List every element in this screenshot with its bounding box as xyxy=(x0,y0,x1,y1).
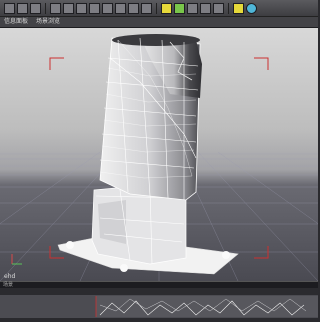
viewport-label: ehd xyxy=(4,273,16,280)
camera-icon[interactable] xyxy=(174,2,185,14)
cursor-icon[interactable] xyxy=(50,2,61,14)
highlight-icon[interactable] xyxy=(161,2,172,14)
timeline-preview xyxy=(95,296,318,317)
main-toolbar xyxy=(0,0,318,17)
info-icon[interactable] xyxy=(246,2,257,14)
file-icon[interactable] xyxy=(4,2,15,14)
toolbar-divider xyxy=(45,2,46,14)
toolbar-divider xyxy=(156,2,157,14)
save-icon[interactable] xyxy=(30,2,41,14)
timeline-panel[interactable] xyxy=(0,288,318,318)
scale-icon[interactable] xyxy=(89,2,100,14)
layers-icon[interactable] xyxy=(115,2,126,14)
animation-icon[interactable] xyxy=(213,2,224,14)
tab-scene-browser[interactable]: 场景浏览 xyxy=(36,19,60,25)
app-window: 信息面板 场景浏览 ehd 场景 xyxy=(0,0,318,318)
tab-info-panel[interactable]: 信息面板 xyxy=(4,19,28,25)
3d-viewport[interactable]: ehd xyxy=(0,28,318,281)
toolbar-divider xyxy=(228,2,229,14)
render-icon[interactable] xyxy=(141,2,152,14)
tower-column xyxy=(99,34,202,201)
timeline-preview-strip[interactable] xyxy=(0,295,318,318)
material-icon[interactable] xyxy=(200,2,211,14)
open-icon[interactable] xyxy=(17,2,28,14)
panel-tabs: 信息面板 场景浏览 xyxy=(0,17,318,28)
rotate-icon[interactable] xyxy=(76,2,87,14)
grid-icon[interactable] xyxy=(102,2,113,14)
light-icon[interactable] xyxy=(187,2,198,14)
mesh-icon[interactable] xyxy=(128,2,139,14)
chat-icon[interactable] xyxy=(233,2,244,14)
viewport-canvas xyxy=(0,34,318,281)
move-icon[interactable] xyxy=(63,2,74,14)
